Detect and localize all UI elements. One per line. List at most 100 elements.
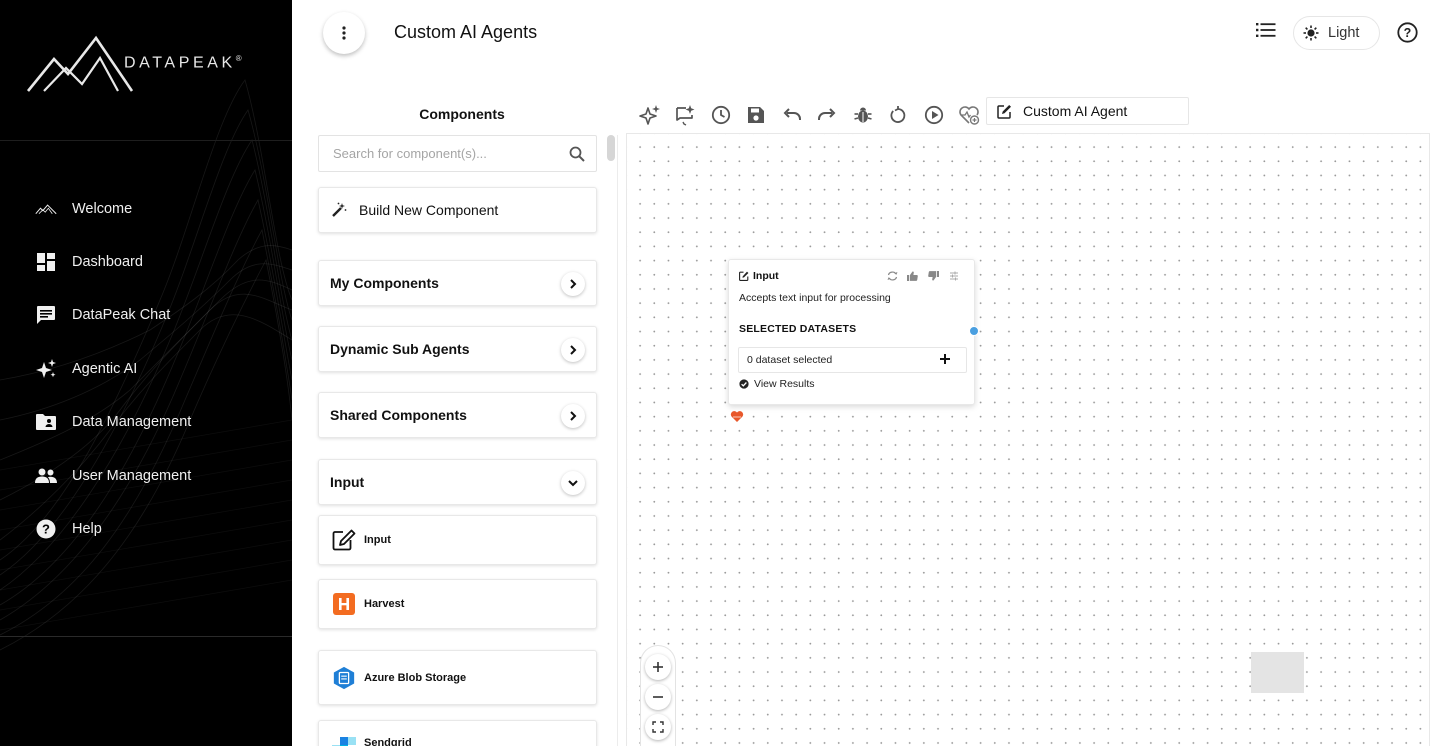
sidebar-item-label: Welcome — [72, 200, 133, 217]
section-label: Dynamic Sub Agents — [330, 341, 470, 357]
logo-divider — [0, 140, 292, 141]
sidebar: DATAPEAK® Welcome Dashboard DataPeak Cha… — [0, 0, 292, 746]
save-icon — [748, 107, 765, 123]
node-title: Input — [753, 270, 779, 282]
sun-icon — [1303, 25, 1319, 41]
section-dynamic-sub-agents[interactable]: Dynamic Sub Agents — [318, 326, 597, 372]
ai-chat-icon — [676, 105, 695, 126]
dataset-selector[interactable]: 0 dataset selected — [738, 347, 967, 373]
sidebar-item-label: User Management — [72, 467, 192, 484]
svg-text:?: ? — [1404, 26, 1412, 40]
chevron-down-icon[interactable] — [561, 471, 585, 495]
sparkle-icon — [35, 358, 57, 380]
sidebar-item-welcome[interactable]: Welcome — [0, 182, 292, 235]
health-check-button[interactable] — [952, 103, 988, 127]
help-icon: ? — [35, 518, 57, 540]
zoom-controls — [640, 645, 676, 746]
datapeak-logo[interactable]: DATAPEAK® — [26, 34, 242, 94]
history-button[interactable] — [703, 103, 739, 127]
run-button[interactable] — [916, 103, 952, 127]
edit-icon — [739, 271, 749, 281]
components-panel-title: Components — [419, 106, 505, 122]
mountain-icon — [35, 198, 57, 220]
fit-view-icon — [652, 721, 664, 733]
redo-button[interactable] — [810, 103, 846, 127]
fit-view-button[interactable] — [645, 714, 671, 740]
sidebar-item-user-management[interactable]: User Management — [0, 449, 292, 502]
mountain-logo-icon — [26, 35, 134, 92]
component-search-input[interactable] — [333, 146, 553, 161]
sidebar-item-label: Dashboard — [72, 254, 143, 271]
chevron-right-icon[interactable] — [561, 404, 585, 428]
sidebar-item-label: Data Management — [72, 414, 192, 431]
node-description: Accepts text input for processing — [739, 292, 891, 304]
minimap[interactable] — [1251, 652, 1304, 693]
canvas-toolbar — [632, 103, 987, 127]
refresh-icon[interactable] — [882, 271, 903, 281]
component-item-azure-blob-storage[interactable]: Azure Blob Storage — [318, 650, 597, 705]
sendgrid-icon — [332, 737, 356, 746]
azure-blob-icon — [332, 666, 356, 690]
settings-sliders-icon[interactable] — [944, 271, 965, 281]
node-actions — [882, 271, 964, 281]
folder-user-icon — [35, 411, 57, 433]
build-new-component-button[interactable]: Build New Component — [318, 187, 597, 233]
sidebar-divider — [0, 636, 292, 637]
thumbs-down-icon[interactable] — [923, 271, 944, 281]
section-label: Shared Components — [330, 407, 467, 423]
heart-icon[interactable] — [730, 410, 744, 428]
dataset-count: 0 dataset selected — [747, 354, 833, 366]
section-input[interactable]: Input — [318, 459, 597, 505]
ai-chat-button[interactable] — [668, 103, 704, 127]
workflow-canvas[interactable] — [626, 133, 1430, 746]
dashboard-icon — [35, 251, 57, 273]
help-circle-icon: ? — [1397, 22, 1418, 43]
sidebar-item-label: Help — [72, 521, 102, 538]
sidebar-item-datapeak-chat[interactable]: DataPeak Chat — [0, 289, 292, 342]
section-label: My Components — [330, 275, 439, 291]
page-title: Custom AI Agents — [394, 22, 538, 42]
ai-assist-button[interactable] — [632, 103, 668, 127]
reset-button[interactable] — [881, 103, 917, 127]
component-item-sendgrid[interactable]: Sendgrid — [318, 720, 597, 746]
more-menu-button[interactable] — [323, 12, 365, 54]
component-item-input[interactable]: Input — [318, 515, 597, 565]
save-button[interactable] — [739, 103, 775, 127]
check-circle-icon — [739, 379, 749, 389]
input-node[interactable]: Input Accepts text input for processing … — [728, 259, 975, 405]
sparkle-icon — [638, 105, 660, 125]
component-item-harvest[interactable]: Harvest — [318, 579, 597, 629]
edit-icon — [332, 528, 356, 552]
panel-divider — [617, 135, 618, 746]
list-view-button[interactable] — [1256, 22, 1276, 43]
sidebar-item-data-management[interactable]: Data Management — [0, 396, 292, 449]
debug-button[interactable] — [845, 103, 881, 127]
sidebar-item-agentic-ai[interactable]: Agentic AI — [0, 342, 292, 395]
section-my-components[interactable]: My Components — [318, 260, 597, 306]
view-results-link[interactable]: View Results — [739, 378, 815, 390]
agent-name-field[interactable]: Custom AI Agent — [986, 97, 1189, 125]
component-item-label: Harvest — [364, 598, 405, 610]
undo-button[interactable] — [774, 103, 810, 127]
theme-toggle-button[interactable]: Light — [1293, 16, 1380, 50]
sidebar-item-help[interactable]: ? Help — [0, 502, 292, 555]
chevron-right-icon[interactable] — [561, 272, 585, 296]
help-button[interactable]: ? — [1397, 22, 1418, 48]
chevron-right-icon[interactable] — [561, 338, 585, 362]
node-output-handle[interactable] — [969, 326, 979, 336]
sidebar-item-dashboard[interactable]: Dashboard — [0, 235, 292, 288]
zoom-in-button[interactable] — [645, 654, 671, 680]
svg-text:?: ? — [42, 522, 50, 537]
add-dataset-icon[interactable] — [938, 352, 952, 369]
magic-wand-icon — [332, 202, 347, 217]
search-icon[interactable] — [569, 146, 585, 162]
theme-label: Light — [1328, 25, 1360, 41]
zoom-out-button[interactable] — [645, 684, 671, 710]
node-header: Input — [739, 270, 779, 282]
list-icon — [1256, 23, 1276, 37]
sidebar-nav: Welcome Dashboard DataPeak Chat Agentic … — [0, 182, 292, 556]
thumbs-up-icon[interactable] — [903, 271, 924, 281]
section-shared-components[interactable]: Shared Components — [318, 392, 597, 438]
run-icon — [924, 105, 943, 125]
panel-scrollbar-thumb[interactable] — [607, 135, 615, 161]
